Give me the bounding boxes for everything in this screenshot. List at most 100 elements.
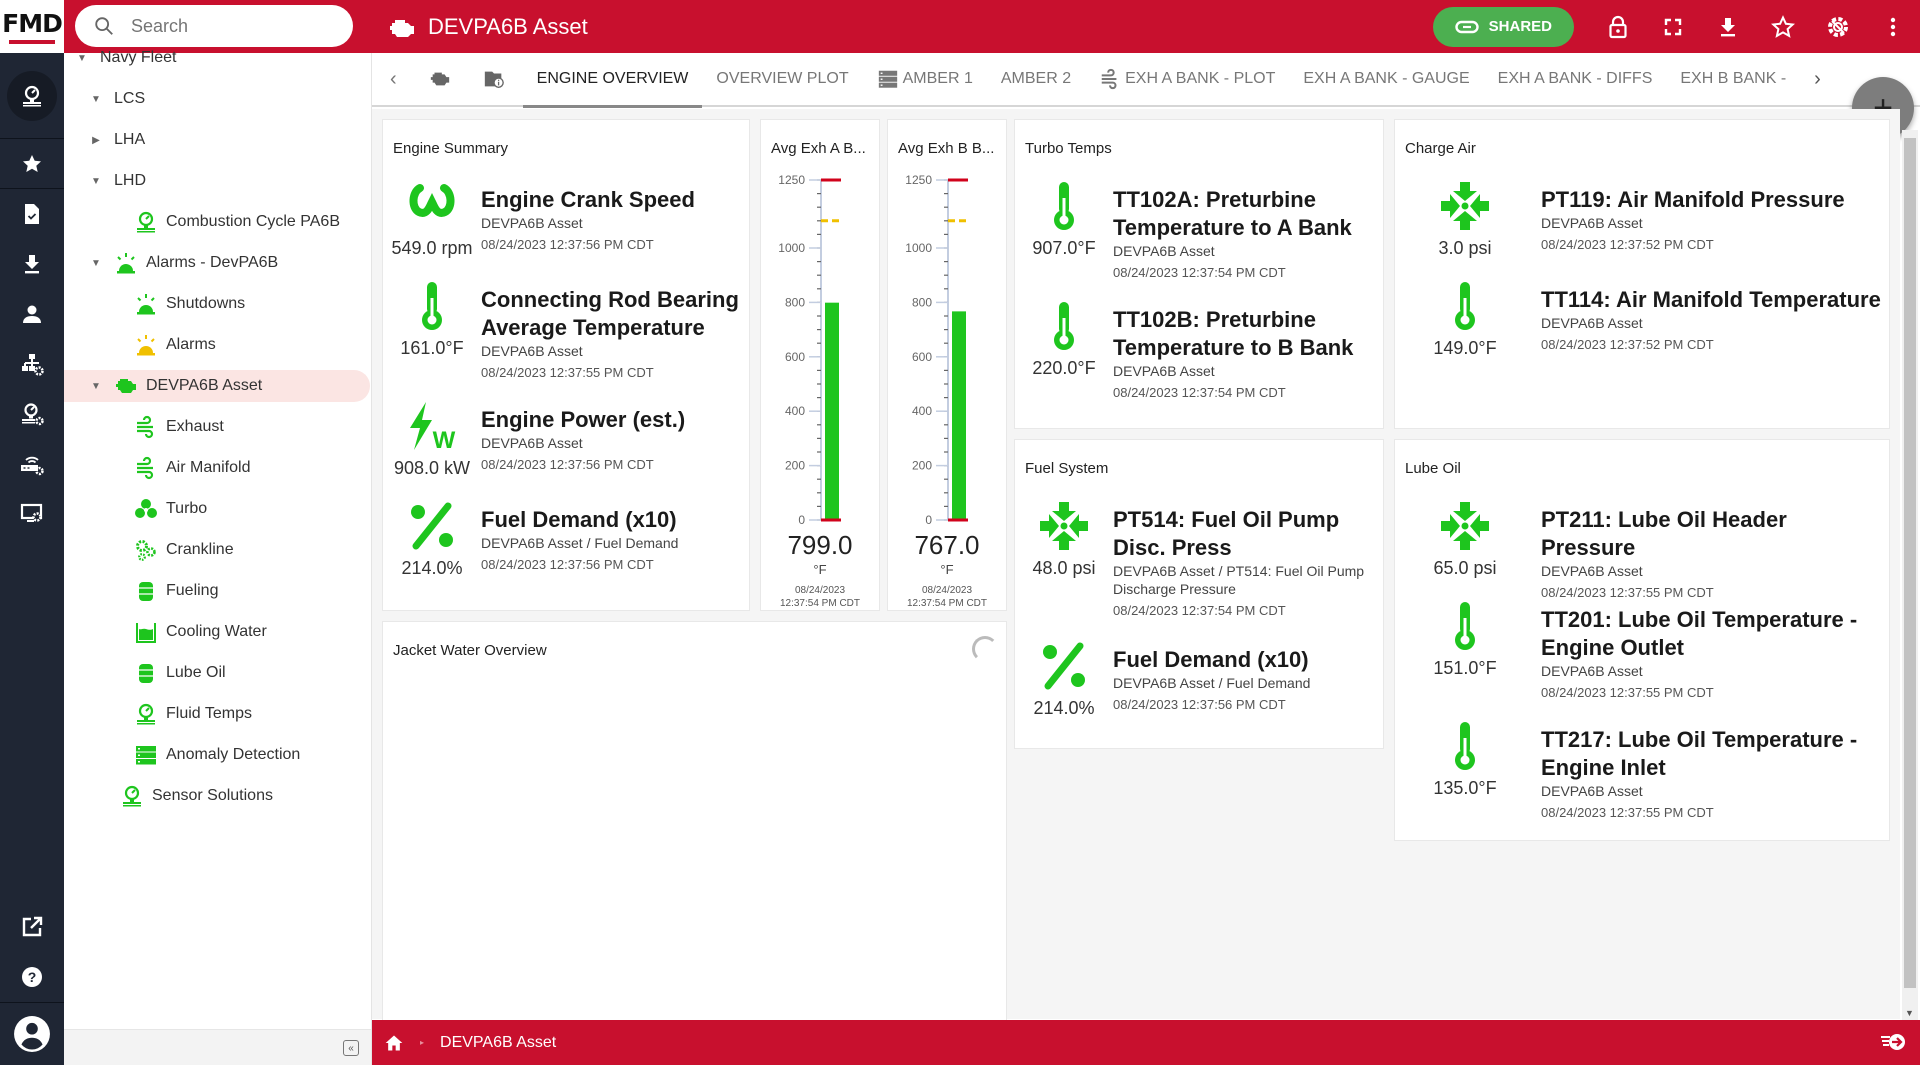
tab-engine-overview[interactable]: ENGINE OVERVIEW — [522, 53, 703, 108]
favorite-button[interactable] — [1755, 0, 1810, 53]
metric-item[interactable]: 135.0°F TT217: Lube Oil Temperature - En… — [1415, 720, 1885, 820]
nav-favorites[interactable] — [0, 139, 64, 189]
tree-item[interactable]: ▼ Alarms - DevPA6B — [64, 247, 278, 279]
tree-item[interactable]: Combustion Cycle PA6B — [64, 206, 340, 238]
pressure-icon — [1441, 182, 1489, 230]
settings-button[interactable] — [1810, 0, 1865, 53]
download-button[interactable] — [1700, 0, 1755, 53]
alarm-light-icon — [117, 253, 135, 274]
tab-amber-2[interactable]: AMBER 2 — [987, 53, 1085, 105]
tree-item-label: Sensor Solutions — [152, 787, 273, 804]
caret-down-icon[interactable]: ▼ — [88, 94, 104, 105]
lock-button[interactable] — [1590, 0, 1645, 53]
metric-name: TT217: Lube Oil Temperature - Engine Inl… — [1541, 727, 1858, 780]
metric-item[interactable]: 214.0% Fuel Demand (x10) DEVPA6B Asset /… — [383, 500, 743, 579]
nav-users[interactable] — [0, 289, 64, 339]
metric-item[interactable]: 65.0 psi PT211: Lube Oil Header Pressure… — [1415, 500, 1885, 600]
nav-gauge-settings[interactable] — [0, 389, 64, 439]
tree-item[interactable]: Lube Oil — [64, 657, 226, 689]
metric-body: PT211: Lube Oil Header Pressure DEVPA6B … — [1541, 500, 1885, 600]
metric-name: TT114: Air Manifold Temperature — [1541, 287, 1881, 312]
app-logo[interactable]: FMD — [0, 0, 64, 53]
metric-item[interactable]: 549.0 rpm Engine Crank Speed DEVPA6B Ass… — [383, 180, 743, 259]
tab-exh-a-bank-diffs[interactable]: EXH A BANK - DIFFS — [1484, 53, 1667, 105]
tab-engine[interactable] — [415, 53, 469, 105]
thermometer-icon — [1054, 302, 1074, 350]
tree-item[interactable]: Anomaly Detection — [64, 739, 300, 771]
logout-icon[interactable] — [1880, 1032, 1906, 1052]
caret-down-icon[interactable]: ▼ — [88, 258, 104, 269]
tree-item[interactable]: ▼ LCS — [64, 83, 145, 115]
tree-item[interactable]: Fluid Temps — [64, 698, 252, 730]
metric-source: DEVPA6B Asset — [1541, 215, 1643, 231]
search-input[interactable] — [131, 15, 331, 37]
pressure-icon — [1040, 502, 1088, 550]
search-box[interactable] — [75, 5, 353, 47]
metric-item[interactable]: 151.0°F TT201: Lube Oil Temperature - En… — [1415, 600, 1885, 700]
tree-item[interactable]: Shutdowns — [64, 288, 245, 320]
metric-item[interactable]: 907.0°F TT102A: Preturbine Temperature t… — [1015, 180, 1375, 280]
tab-overview-plot[interactable]: OVERVIEW PLOT — [702, 53, 862, 105]
gauge-value: 799.0 — [787, 530, 853, 560]
tree-item[interactable]: ▶ LHA — [64, 124, 145, 156]
nav-account[interactable] — [0, 1003, 64, 1065]
metric-item[interactable]: 220.0°F TT102B: Preturbine Temperature t… — [1015, 300, 1375, 400]
tree-item[interactable]: Fueling — [64, 575, 218, 607]
caret-right-icon[interactable]: ▶ — [88, 135, 104, 146]
tree-item[interactable]: Sensor Solutions — [64, 780, 273, 812]
metric-source: DEVPA6B Asset / Fuel Demand — [1113, 675, 1311, 691]
content-scrollbar[interactable]: ▼ — [1902, 130, 1918, 1020]
nav-reports[interactable] — [0, 189, 64, 239]
tab-exh-a-bank-gauge[interactable]: EXH A BANK - GAUGE — [1289, 53, 1483, 105]
metric-item[interactable]: 161.0°F Connecting Rod Bearing Average T… — [383, 280, 743, 380]
nav-hierarchy-settings[interactable] — [0, 339, 64, 389]
fullscreen-button[interactable] — [1645, 0, 1700, 53]
tree-item[interactable]: ▼ Navy Fleet — [64, 42, 176, 74]
shared-button[interactable]: SHARED — [1432, 6, 1574, 47]
tree-item[interactable]: Alarms — [64, 329, 216, 361]
nav-device-settings[interactable] — [0, 439, 64, 489]
caret-down-icon[interactable]: ▼ — [74, 53, 90, 64]
metric-body: TT114: Air Manifold Temperature DEVPA6B … — [1541, 280, 1881, 359]
scroll-down-arrow-icon[interactable]: ▼ — [1905, 1008, 1914, 1018]
caret-down-icon[interactable]: ▼ — [88, 381, 104, 392]
nav-dashboards[interactable] — [0, 53, 64, 139]
tree-item-label: Lube Oil — [166, 664, 226, 681]
tab-amber-1[interactable]: AMBER 1 — [863, 53, 987, 105]
thermometer-icon — [1455, 282, 1475, 330]
scrollbar-thumb[interactable] — [1904, 138, 1916, 988]
metric-value: 149.0°F — [1433, 338, 1497, 358]
nav-system-settings[interactable] — [0, 489, 64, 539]
percent-icon — [1043, 642, 1085, 690]
breadcrumb-current[interactable]: DEVPA6B Asset — [440, 1034, 556, 1052]
home-icon[interactable] — [384, 1033, 404, 1053]
tab-exh-b-bank[interactable]: EXH B BANK - — [1666, 53, 1800, 105]
nav-downloads[interactable] — [0, 239, 64, 289]
metric-item[interactable]: 214.0% Fuel Demand (x10) DEVPA6B Asset /… — [1015, 640, 1375, 719]
metric-timestamp: 08/24/2023 12:37:54 PM CDT — [1113, 603, 1286, 618]
tree-item[interactable]: ▼ LHD — [64, 165, 146, 197]
tab-exh-a-bank-plot[interactable]: EXH A BANK - PLOT — [1085, 53, 1289, 105]
caret-down-icon[interactable]: ▼ — [88, 176, 104, 187]
metric-item[interactable]: W 908.0 kW Engine Power (est.) DEVPA6B As… — [383, 400, 743, 479]
nav-help[interactable]: ? — [0, 952, 64, 1002]
collapse-panel-button[interactable]: « — [343, 1040, 359, 1056]
metric-item[interactable]: 149.0°F TT114: Air Manifold Temperature … — [1415, 280, 1885, 359]
metric-body: Fuel Demand (x10) DEVPA6B Asset / Fuel D… — [481, 500, 678, 579]
tabs-scroll-right[interactable]: › — [1800, 53, 1835, 105]
tree-item[interactable]: Cooling Water — [64, 616, 267, 648]
tree-item[interactable]: ▼ DEVPA6B Asset — [64, 370, 370, 402]
fuel-system-card: Fuel System 48.0 psi PT514: Fuel Oil Pum… — [1014, 439, 1384, 749]
tree-item[interactable]: Air Manifold — [64, 452, 250, 484]
tab-folder-info[interactable] — [469, 53, 523, 105]
metric-item[interactable]: 3.0 psi PT119: Air Manifold Pressure DEV… — [1415, 180, 1885, 259]
tick-label: 800 — [785, 295, 805, 309]
tabs-scroll-left[interactable]: ‹ — [372, 53, 415, 105]
metric-item[interactable]: 48.0 psi PT514: Fuel Oil Pump Disc. Pres… — [1015, 500, 1375, 618]
tree-item[interactable]: Turbo — [64, 493, 207, 525]
nav-open-external[interactable] — [0, 902, 64, 952]
more-button[interactable] — [1865, 0, 1920, 53]
tree-item[interactable]: Crankline — [64, 534, 234, 566]
tree-item[interactable]: Exhaust — [64, 411, 224, 443]
card-title: Fuel System — [1025, 460, 1109, 477]
